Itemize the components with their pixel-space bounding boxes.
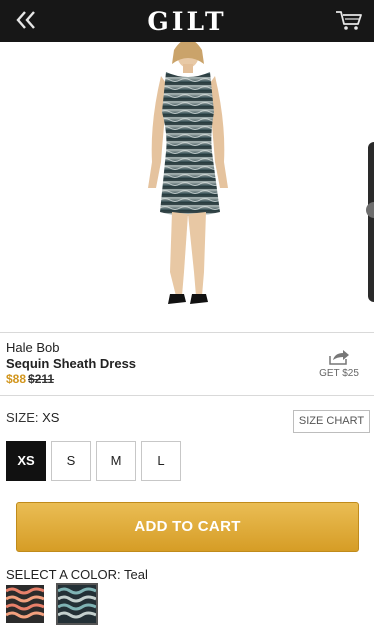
price-row: $88 $211 xyxy=(6,372,54,386)
product-image-carousel[interactable] xyxy=(0,42,374,332)
divider xyxy=(0,332,374,333)
swatch-teal-pattern xyxy=(58,585,96,623)
original-price: $211 xyxy=(28,372,55,386)
share-icon xyxy=(329,350,349,365)
top-nav-bar: GILT xyxy=(0,0,374,42)
cart-icon xyxy=(336,11,362,30)
selected-color: Teal xyxy=(124,567,148,582)
swatch-coral-pattern xyxy=(6,585,44,623)
size-option-s[interactable]: S xyxy=(51,441,91,481)
share-button[interactable]: GET $25 xyxy=(316,348,362,379)
divider xyxy=(0,395,374,396)
share-label: GET $25 xyxy=(319,368,359,379)
size-label-key: SIZE: xyxy=(6,410,39,425)
color-swatch-teal[interactable] xyxy=(56,583,98,625)
next-image-peek[interactable] xyxy=(368,142,374,302)
size-option-l[interactable]: L xyxy=(141,441,181,481)
size-chart-button[interactable]: SIZE CHART xyxy=(293,410,370,433)
selected-size: XS xyxy=(42,410,60,425)
color-label: SELECT A COLOR: Teal xyxy=(6,567,148,582)
add-to-cart-button[interactable]: ADD TO CART xyxy=(16,502,359,552)
product-brand: Hale Bob xyxy=(6,340,60,355)
product-photo-dress xyxy=(148,42,228,304)
gilt-logo[interactable]: GILT xyxy=(0,7,374,36)
product-name: Sequin Sheath Dress xyxy=(6,356,137,371)
size-label: SIZE: XS xyxy=(6,410,59,425)
size-option-xs[interactable]: XS xyxy=(6,441,46,481)
color-label-key: SELECT A COLOR: xyxy=(6,567,121,582)
color-swatch-coral[interactable] xyxy=(6,585,44,623)
cart-button[interactable] xyxy=(334,8,364,32)
size-option-m[interactable]: M xyxy=(96,441,136,481)
sale-price: $88 xyxy=(6,372,27,386)
